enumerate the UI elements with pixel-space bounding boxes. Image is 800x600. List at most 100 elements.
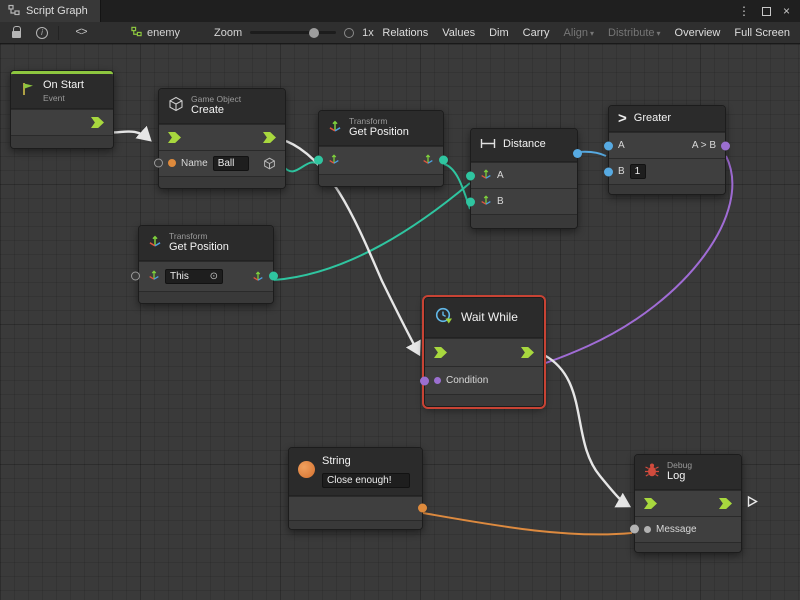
node-title: Greater	[634, 112, 671, 126]
relations-button[interactable]: Relations	[376, 25, 434, 41]
port-row	[11, 109, 113, 135]
zoom-slider-handle[interactable]	[309, 28, 319, 38]
name-input-port[interactable]	[154, 159, 163, 168]
port-row: Name Ball	[159, 150, 285, 176]
node-footer	[319, 174, 443, 186]
b-input-port[interactable]	[604, 167, 613, 176]
dim-button[interactable]: Dim	[483, 25, 515, 41]
carry-button[interactable]: Carry	[517, 25, 556, 41]
bool-type-icon	[434, 377, 441, 384]
distance-output-port[interactable]	[573, 149, 582, 158]
transform-axes-icon	[148, 234, 162, 251]
tab-label: Script Graph	[26, 5, 88, 17]
control-output-port[interactable]	[719, 498, 732, 509]
zoom-reset-icon[interactable]	[344, 28, 354, 38]
script-graph-icon	[8, 4, 20, 19]
control-input-port[interactable]	[644, 498, 657, 509]
node-header: Wait While	[425, 298, 543, 338]
node-greater[interactable]: > Greater A A > B B 1	[608, 105, 726, 195]
window-close-icon[interactable]: ×	[783, 5, 790, 17]
control-output-port[interactable]	[263, 132, 276, 143]
message-input-port[interactable]	[630, 525, 639, 534]
tab-script-graph[interactable]: Script Graph	[0, 0, 101, 22]
vector3-output-icon	[252, 270, 264, 282]
port-label: Name	[181, 158, 208, 169]
a-input-port[interactable]	[466, 171, 475, 180]
align-button[interactable]: Align▾	[558, 25, 600, 41]
b-value-field[interactable]: 1	[630, 164, 646, 179]
result-output-port[interactable]	[721, 141, 730, 150]
wire-string-to-message	[423, 513, 632, 534]
node-create[interactable]: Game Object Create Name Ball	[158, 88, 286, 189]
control-input-port[interactable]	[434, 347, 447, 358]
transform-input-port[interactable]	[131, 272, 140, 281]
greater-icon: >	[618, 111, 627, 126]
node-title: Log	[667, 470, 692, 484]
gameobject-output-port[interactable]	[263, 157, 276, 170]
node-string[interactable]: String Close enough!	[288, 447, 423, 530]
node-wait-while[interactable]: Wait While Condition	[424, 297, 544, 407]
graph-canvas[interactable]: On Start Event Game Object Create Na	[0, 44, 800, 600]
transform-axes-icon	[328, 119, 342, 136]
node-category: Transform	[169, 231, 229, 241]
chevron-down-icon: ▾	[590, 29, 594, 38]
fullscreen-button[interactable]: Full Screen	[728, 25, 796, 41]
port-row: This ⊙	[139, 261, 273, 291]
node-footer	[11, 135, 113, 148]
port-row: Message	[635, 516, 741, 542]
zoom-value: 1x	[362, 27, 374, 39]
node-category: Game Object	[191, 94, 241, 104]
control-output-port[interactable]	[91, 117, 104, 128]
node-category: Transform	[349, 116, 409, 126]
title-bar: Script Graph ⋮ ×	[0, 0, 800, 22]
node-footer	[425, 394, 543, 406]
node-get-position-top[interactable]: Transform Get Position	[318, 110, 444, 187]
node-title: Wait While	[461, 310, 518, 325]
node-header: Game Object Create	[159, 89, 285, 124]
port-row	[289, 496, 422, 520]
port-row: B	[471, 188, 577, 214]
port-label: A	[497, 170, 504, 181]
node-title: On Start	[43, 79, 84, 93]
node-footer	[635, 542, 741, 552]
node-get-position-bottom[interactable]: Transform Get Position This ⊙	[138, 225, 274, 304]
condition-input-port[interactable]	[420, 376, 429, 385]
control-input-port[interactable]	[168, 132, 181, 143]
port-label: Condition	[446, 375, 488, 386]
node-on-start[interactable]: On Start Event	[10, 70, 114, 149]
info-icon[interactable]: i	[34, 27, 50, 39]
overview-button[interactable]: Overview	[669, 25, 727, 41]
a-input-port[interactable]	[604, 141, 613, 150]
target-field[interactable]: This ⊙	[165, 269, 223, 284]
transform-input-port[interactable]	[314, 156, 323, 165]
distribute-button[interactable]: Distribute▾	[602, 25, 666, 41]
position-output-port[interactable]	[269, 272, 278, 281]
graph-toolbar: i <> enemy Zoom 1x Relations Values Dim …	[0, 22, 800, 44]
code-icon[interactable]: <>	[73, 27, 89, 39]
flag-icon	[20, 81, 36, 100]
zoom-slider[interactable]	[250, 31, 336, 34]
vector3-type-icon	[480, 194, 492, 209]
lock-icon[interactable]	[8, 27, 24, 38]
port-label: Message	[656, 524, 697, 535]
string-output-port[interactable]	[418, 504, 427, 513]
node-debug-log[interactable]: Debug Log Message	[634, 454, 742, 553]
position-output-port[interactable]	[439, 156, 448, 165]
node-footer	[289, 520, 422, 529]
port-row	[425, 338, 543, 366]
node-distance[interactable]: Distance A B	[470, 128, 578, 229]
name-field[interactable]: Ball	[213, 156, 249, 171]
object-picker-icon[interactable]: ⊙	[210, 271, 218, 282]
node-title: Distance	[503, 138, 546, 152]
control-output-port[interactable]	[521, 347, 534, 358]
b-input-port[interactable]	[466, 197, 475, 206]
message-type-icon	[644, 526, 651, 533]
graph-name[interactable]: enemy	[147, 27, 180, 39]
window-menu-icon[interactable]: ⋮	[738, 5, 750, 17]
values-button[interactable]: Values	[436, 25, 481, 41]
string-value-field[interactable]: Close enough!	[322, 473, 410, 488]
node-header: Debug Log	[635, 455, 741, 490]
window-maximize-icon[interactable]	[762, 7, 771, 16]
node-header: Transform Get Position	[319, 111, 443, 146]
wait-clock-icon	[434, 306, 454, 329]
